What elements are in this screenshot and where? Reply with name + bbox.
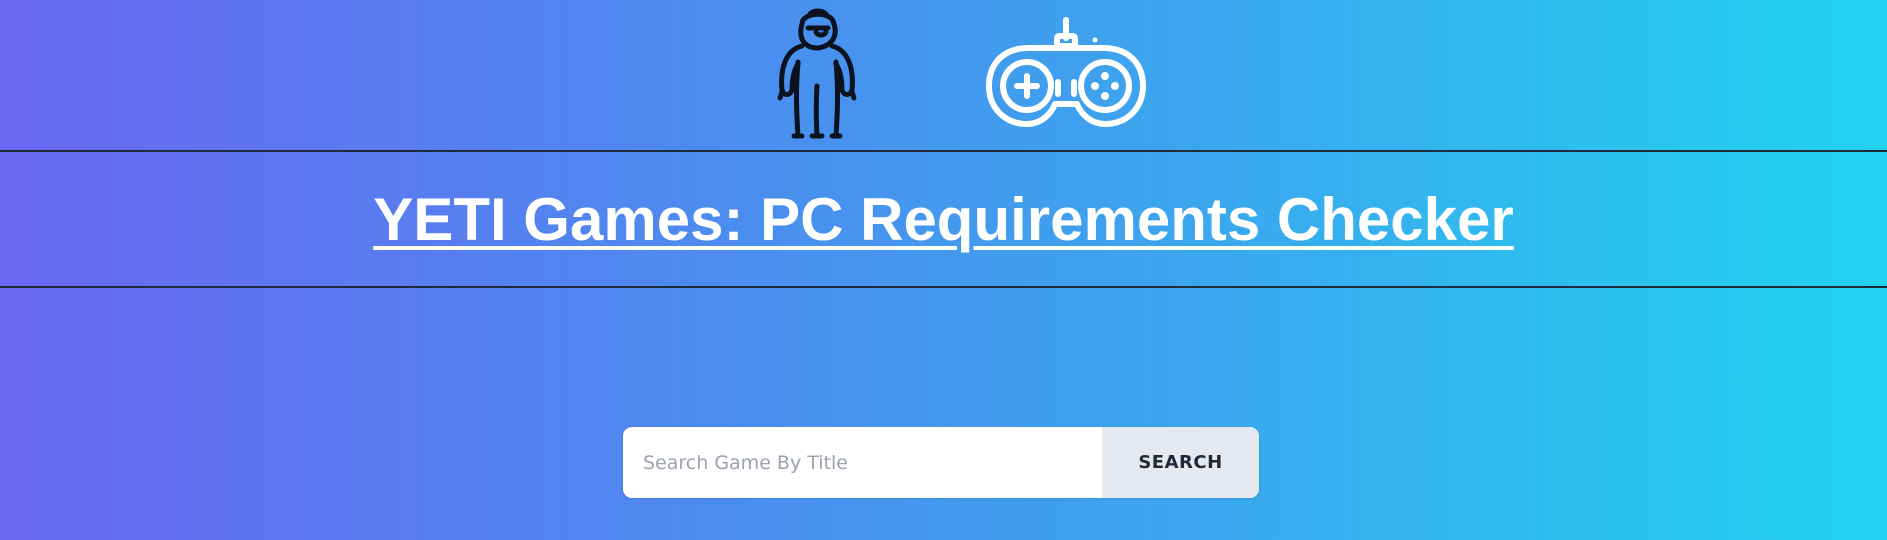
header-divider-bottom bbox=[0, 286, 1887, 288]
page-title: YETI Games: PC Requirements Checker bbox=[0, 186, 1887, 254]
search-button[interactable]: SEARCH bbox=[1102, 427, 1259, 498]
gamepad-icon bbox=[986, 17, 1146, 127]
search-form: SEARCH bbox=[623, 427, 1259, 498]
search-input[interactable] bbox=[623, 427, 1102, 498]
header-icons bbox=[0, 0, 1887, 150]
page-title-text: YETI Games: PC Requirements Checker bbox=[373, 186, 1514, 253]
yeti-icon bbox=[777, 8, 857, 139]
header-divider-top bbox=[0, 150, 1887, 152]
